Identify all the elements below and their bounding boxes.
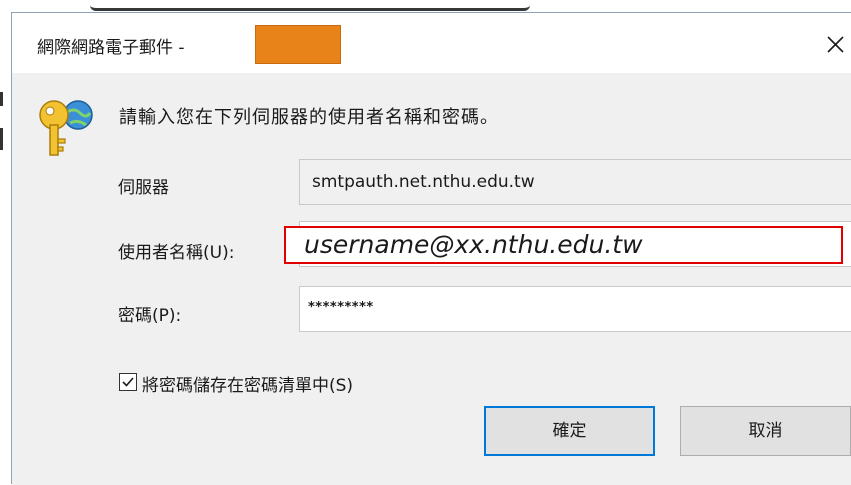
server-field: smtpauth.net.nthu.edu.tw	[299, 159, 851, 205]
prompt-text: 請輸入您在下列伺服器的使用者名稱和密碼。	[119, 107, 499, 128]
remember-password-label: 將密碼儲存在密碼清單中(S)	[142, 376, 354, 396]
close-icon	[827, 36, 844, 53]
password-field[interactable]: *********	[299, 286, 851, 332]
key-icon	[34, 93, 98, 161]
password-value: *********	[308, 300, 374, 315]
background-window-content	[90, 0, 530, 11]
password-label: 密碼(P):	[118, 306, 182, 326]
cancel-button[interactable]: 取消	[680, 406, 851, 456]
checkmark-icon	[122, 377, 134, 387]
username-highlight[interactable]: username@xx.nthu.edu.tw	[284, 226, 843, 264]
dialog-title: 網際網路電子郵件 -	[37, 38, 185, 58]
background-window-edge	[0, 128, 3, 150]
server-label: 伺服器	[118, 178, 169, 198]
dialog-titlebar[interactable]: 網際網路電子郵件 -	[12, 13, 851, 73]
ok-button[interactable]: 確定	[484, 406, 655, 456]
server-value: smtpauth.net.nthu.edu.tw	[312, 172, 535, 192]
close-button[interactable]	[818, 27, 851, 61]
remember-password-checkbox[interactable]	[119, 373, 137, 391]
background-window-edge	[0, 92, 3, 106]
redacted-account-name	[255, 25, 341, 64]
username-value: username@xx.nthu.edu.tw	[304, 230, 643, 259]
username-label: 使用者名稱(U):	[118, 243, 235, 263]
